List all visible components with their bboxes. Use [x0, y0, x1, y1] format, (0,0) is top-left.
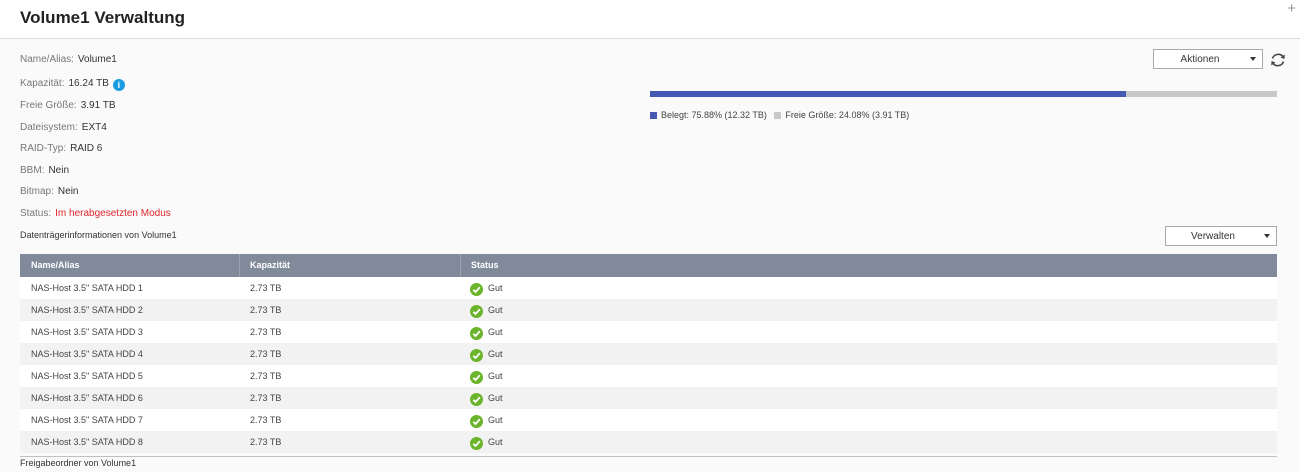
table-row[interactable]: NAS-Host 3.5" SATA HDD 5 2.73 TB Gut [20, 365, 1277, 387]
disk-name: NAS-Host 3.5" SATA HDD 5 [31, 371, 143, 381]
info-free-label: Freie Größe: [20, 100, 77, 111]
status-ok-icon [470, 327, 483, 340]
disk-status: Gut [488, 393, 503, 403]
status-ok-icon [470, 283, 483, 296]
disk-name: NAS-Host 3.5" SATA HDD 3 [31, 327, 143, 337]
table-row[interactable]: NAS-Host 3.5" SATA HDD 3 2.73 TB Gut [20, 321, 1277, 343]
status-degraded-text: Im herabgesetzten Modus [55, 208, 171, 219]
disk-name: NAS-Host 3.5" SATA HDD 7 [31, 415, 143, 425]
legend-free-label: Freie Größe: 24.08% (3.91 TB) [785, 110, 910, 120]
column-header-capacity[interactable]: Kapazität [250, 260, 290, 270]
disk-status: Gut [488, 371, 503, 381]
status-ok-icon [470, 415, 483, 428]
table-row[interactable]: NAS-Host 3.5" SATA HDD 7 2.73 TB Gut [20, 409, 1277, 431]
legend-free: Freie Größe: 24.08% (3.91 TB) [774, 110, 909, 120]
chevron-down-icon [1250, 57, 1256, 61]
disk-capacity: 2.73 TB [250, 437, 282, 447]
disk-status: Gut [488, 327, 503, 337]
info-capacity-label: Kapazität: [20, 78, 65, 89]
info-free: Freie Größe: 3.91 TB [20, 100, 116, 111]
table-row[interactable]: NAS-Host 3.5" SATA HDD 2 2.73 TB Gut [20, 299, 1277, 321]
info-filesystem-value: EXT4 [81, 122, 107, 133]
shared-folders-title: Freigabeordner von Volume1 [20, 458, 137, 468]
info-free-value: 3.91 TB [80, 100, 116, 111]
info-capacity-value: 16.24 TB [68, 78, 109, 89]
disk-name: NAS-Host 3.5" SATA HDD 6 [31, 393, 143, 403]
manage-dropdown-label: Verwalten [1191, 231, 1235, 242]
capacity-legend: Belegt: 75.88% (12.32 TB) Freie Größe: 2… [650, 110, 914, 120]
disk-capacity: 2.73 TB [250, 415, 282, 425]
capacity-used-fill [650, 91, 1126, 97]
info-name-label: Name/Alias: [20, 54, 74, 65]
disk-table: Name/Alias Kapazität Status NAS-Host 3.5… [20, 254, 1277, 453]
table-row[interactable]: NAS-Host 3.5" SATA HDD 4 2.73 TB Gut [20, 343, 1277, 365]
manage-dropdown[interactable]: Verwalten [1165, 226, 1277, 246]
info-raid-label: RAID-Typ: [20, 143, 67, 154]
disk-name: NAS-Host 3.5" SATA HDD 1 [31, 283, 143, 293]
table-row[interactable]: NAS-Host 3.5" SATA HDD 6 2.73 TB Gut [20, 387, 1277, 409]
table-header: Name/Alias Kapazität Status [20, 254, 1277, 277]
disk-status: Gut [488, 415, 503, 425]
disk-name: NAS-Host 3.5" SATA HDD 8 [31, 437, 143, 447]
divider [20, 456, 1277, 457]
info-icon[interactable]: i [112, 79, 125, 91]
disk-capacity: 2.73 TB [250, 305, 282, 315]
info-bbm-value: Nein [48, 165, 70, 176]
disk-status: Gut [488, 437, 503, 447]
legend-used-label: Belegt: 75.88% (12.32 TB) [661, 110, 767, 120]
status-ok-icon [470, 349, 483, 362]
info-raid-value: RAID 6 [70, 143, 103, 154]
info-filesystem: Dateisystem: EXT4 [20, 122, 107, 133]
refresh-icon[interactable] [1268, 50, 1288, 70]
info-bitmap-label: Bitmap: [20, 186, 54, 197]
column-header-status[interactable]: Status [471, 260, 499, 270]
chevron-down-icon [1264, 234, 1270, 238]
add-icon[interactable]: + [1287, 1, 1296, 16]
page-title: Volume1 Verwaltung [20, 8, 186, 27]
info-capacity: Kapazität: 16.24 TB i [20, 78, 125, 91]
disk-capacity: 2.73 TB [250, 283, 282, 293]
table-body: NAS-Host 3.5" SATA HDD 1 2.73 TB Gut NAS-Ho… [20, 277, 1277, 453]
info-filesystem-label: Dateisystem: [20, 122, 78, 133]
info-bitmap-value: Nein [57, 186, 79, 197]
legend-free-swatch [774, 112, 782, 119]
info-name: Name/Alias: Volume1 [20, 54, 117, 65]
page-header: Volume1 Verwaltung + [0, 0, 1300, 39]
column-header-name[interactable]: Name/Alias [31, 260, 80, 270]
status-ok-icon [470, 371, 483, 384]
status-ok-icon [470, 437, 483, 450]
disk-capacity: 2.73 TB [250, 393, 282, 403]
disk-name: NAS-Host 3.5" SATA HDD 4 [31, 349, 143, 359]
capacity-usage-bar [650, 91, 1277, 97]
legend-used-swatch [650, 112, 657, 119]
disk-capacity: 2.73 TB [250, 327, 282, 337]
info-status: Status: Im herabgesetzten Modus [20, 208, 171, 219]
actions-dropdown-label: Aktionen [1180, 54, 1220, 65]
info-status-label: Status: [20, 208, 52, 219]
disk-status: Gut [488, 305, 503, 315]
info-name-value: Volume1 [77, 54, 117, 65]
table-row[interactable]: NAS-Host 3.5" SATA HDD 8 2.73 TB Gut [20, 431, 1277, 453]
disk-section-title: Datenträgerinformationen von Volume1 [20, 230, 177, 240]
legend-used: Belegt: 75.88% (12.32 TB) [650, 110, 767, 120]
disk-capacity: 2.73 TB [250, 371, 282, 381]
column-divider [239, 254, 240, 277]
info-bitmap: Bitmap: Nein [20, 186, 78, 197]
column-divider [460, 254, 461, 277]
info-raid: RAID-Typ: RAID 6 [20, 143, 102, 154]
disk-status: Gut [488, 283, 503, 293]
disk-capacity: 2.73 TB [250, 349, 282, 359]
actions-dropdown[interactable]: Aktionen [1153, 49, 1263, 69]
table-row[interactable]: NAS-Host 3.5" SATA HDD 1 2.73 TB Gut [20, 277, 1277, 299]
status-ok-icon [470, 305, 483, 318]
info-bbm: BBM: Nein [20, 165, 69, 176]
disk-status: Gut [488, 349, 503, 359]
status-ok-icon [470, 393, 483, 406]
info-bbm-label: BBM: [20, 165, 45, 176]
disk-name: NAS-Host 3.5" SATA HDD 2 [31, 305, 143, 315]
